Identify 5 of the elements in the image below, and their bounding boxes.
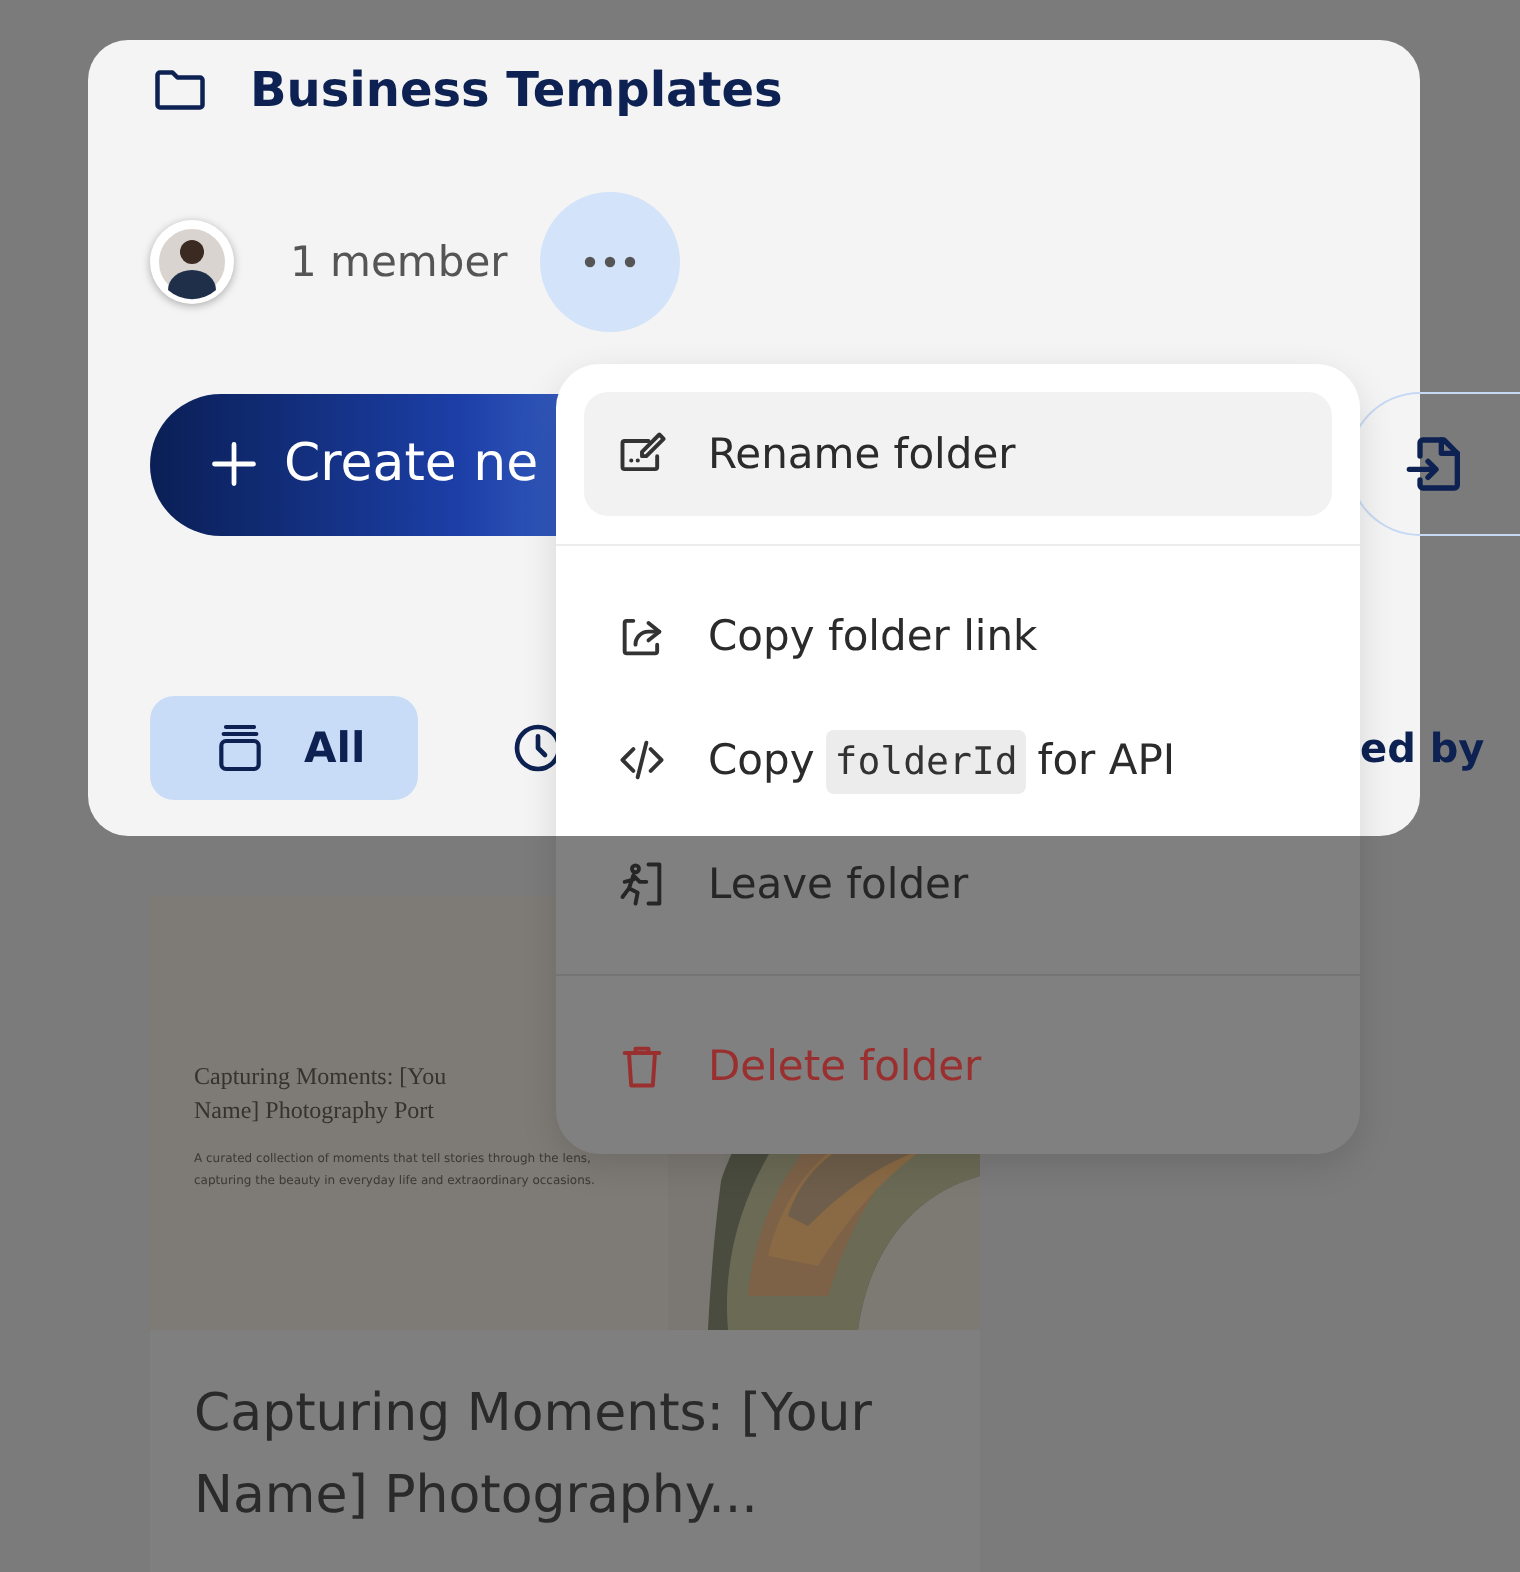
- folder-title: Business Templates: [250, 62, 783, 118]
- member-count: 1 member: [290, 238, 508, 286]
- preview-heading: Name] Photography Port: [194, 1094, 434, 1128]
- template-title: Capturing Moments: [Your Name] Photography...: [150, 1330, 980, 1572]
- preview-heading: Capturing Moments: [You: [194, 1060, 447, 1094]
